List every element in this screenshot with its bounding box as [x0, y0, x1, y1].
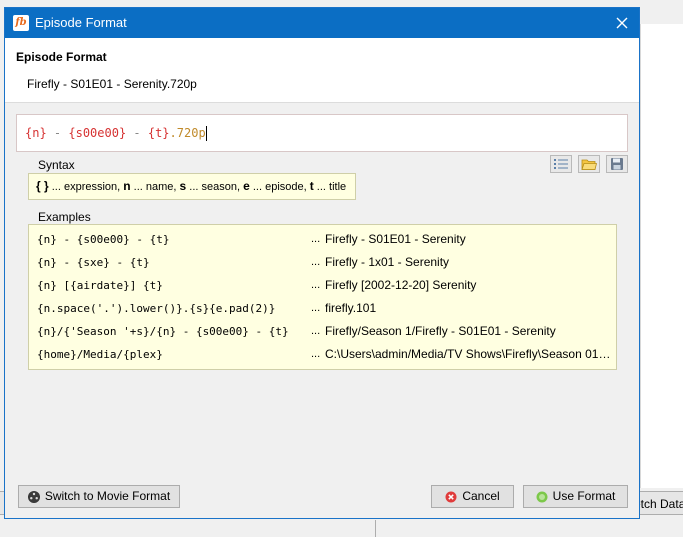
accept-icon: [536, 491, 548, 503]
example-separator: ...: [311, 325, 321, 337]
example-result: Firefly [2002-12-20] Serenity: [325, 278, 477, 292]
example-row[interactable]: {n} - {sxe} - {t}... Firefly - 1x01 - Ser…: [29, 252, 616, 275]
film-reel-icon: [27, 490, 40, 503]
syntax-help: { } ... expression, n ... name, s ... se…: [28, 173, 356, 200]
format-token: -: [46, 126, 69, 140]
example-row[interactable]: {n} [{airdate}] {t}... Firefly [2002-12-2…: [29, 275, 616, 298]
example-separator: ...: [311, 233, 321, 245]
syntax-description: ... title: [313, 181, 347, 193]
syntax-description: ... episode,: [249, 181, 310, 193]
format-token: {t}: [147, 126, 170, 140]
example-expression: {n} - {s00e00} - {t}: [37, 233, 170, 246]
format-token: {n}: [25, 126, 47, 140]
example-expression: {n} [{airdate}] {t}: [37, 279, 163, 292]
example-result: Firefly/Season 1/Firefly - S01E01 - Sere…: [325, 324, 556, 338]
example-result: Firefly - S01E01 - Serenity: [325, 232, 466, 246]
save-icon: [611, 158, 623, 170]
examples-list: {n} - {s00e00} - {t}... Firefly - S01E01 …: [28, 224, 617, 370]
example-result: C:\Users\admin/Media/TV Shows\Firefly\Se…: [325, 347, 612, 361]
episode-format-dialog: fb Episode Format Episode Format Firefly…: [4, 7, 640, 519]
format-token: -: [126, 126, 148, 140]
syntax-description: ... season,: [186, 181, 244, 193]
title-bar: fb Episode Format: [5, 8, 639, 38]
format-preview: Firefly - S01E01 - Serenity.720p: [27, 77, 197, 91]
switch-to-movie-format-button[interactable]: Switch to Movie Format: [18, 485, 180, 508]
example-row[interactable]: {home}/Media/{plex}... C:\Users\admin/Med…: [29, 344, 616, 367]
syntax-symbol: { }: [36, 179, 49, 193]
format-token: {s00e00}: [68, 126, 127, 140]
syntax-symbol: e: [243, 179, 250, 193]
syntax-description: ... expression,: [48, 181, 124, 193]
header-panel: Episode Format Firefly - S01E01 - Sereni…: [5, 38, 639, 103]
save-button[interactable]: [606, 155, 628, 173]
open-folder-button[interactable]: [578, 155, 600, 173]
example-row[interactable]: {n}/{'Season '+s}/{n} - {s00e00} - {t}..…: [29, 321, 616, 344]
use-format-button[interactable]: Use Format: [523, 485, 628, 508]
list-icon: [554, 159, 568, 169]
syntax-description: ... name,: [130, 181, 180, 193]
example-row[interactable]: {n} - {s00e00} - {t}... Firefly - S01E01 …: [29, 229, 616, 252]
cancel-icon: [445, 491, 457, 503]
background-divider: [375, 520, 376, 537]
background-panel: [640, 24, 683, 537]
syntax-symbol: n: [123, 179, 131, 193]
example-expression: {n} - {sxe} - {t}: [37, 256, 150, 269]
folder-icon: [581, 159, 597, 170]
example-separator: ...: [311, 302, 321, 314]
example-expression: {n}/{'Season '+s}/{n} - {s00e00} - {t}: [37, 325, 289, 338]
window-title: Episode Format: [35, 15, 127, 30]
example-expression: {home}/Media/{plex}: [37, 348, 163, 361]
close-icon: [616, 17, 628, 29]
format-token: .720p: [169, 126, 206, 140]
example-result: firefly.101: [325, 301, 377, 315]
format-expression-input[interactable]: {n} - {s00e00} - {t}.720p: [16, 114, 628, 152]
filebot-app-icon: fb: [13, 15, 29, 31]
syntax-label: Syntax: [38, 158, 75, 172]
switch-button-label: Switch to Movie Format: [44, 489, 171, 503]
example-separator: ...: [311, 348, 321, 360]
header-title: Episode Format: [16, 50, 107, 64]
list-button[interactable]: [550, 155, 572, 173]
example-separator: ...: [311, 279, 321, 291]
example-expression: {n.space('.').lower()}.{s}{e.pad(2)}: [37, 302, 276, 315]
example-result: Firefly - 1x01 - Serenity: [325, 255, 450, 269]
cancel-button-label: Cancel: [462, 489, 500, 503]
example-separator: ...: [311, 256, 321, 268]
example-row[interactable]: {n.space('.').lower()}.{s}{e.pad(2)}... f…: [29, 298, 616, 321]
use-format-button-label: Use Format: [552, 489, 616, 503]
cancel-button[interactable]: Cancel: [431, 485, 514, 508]
text-caret: [205, 126, 207, 141]
close-button[interactable]: [611, 12, 633, 34]
examples-label: Examples: [38, 210, 91, 224]
